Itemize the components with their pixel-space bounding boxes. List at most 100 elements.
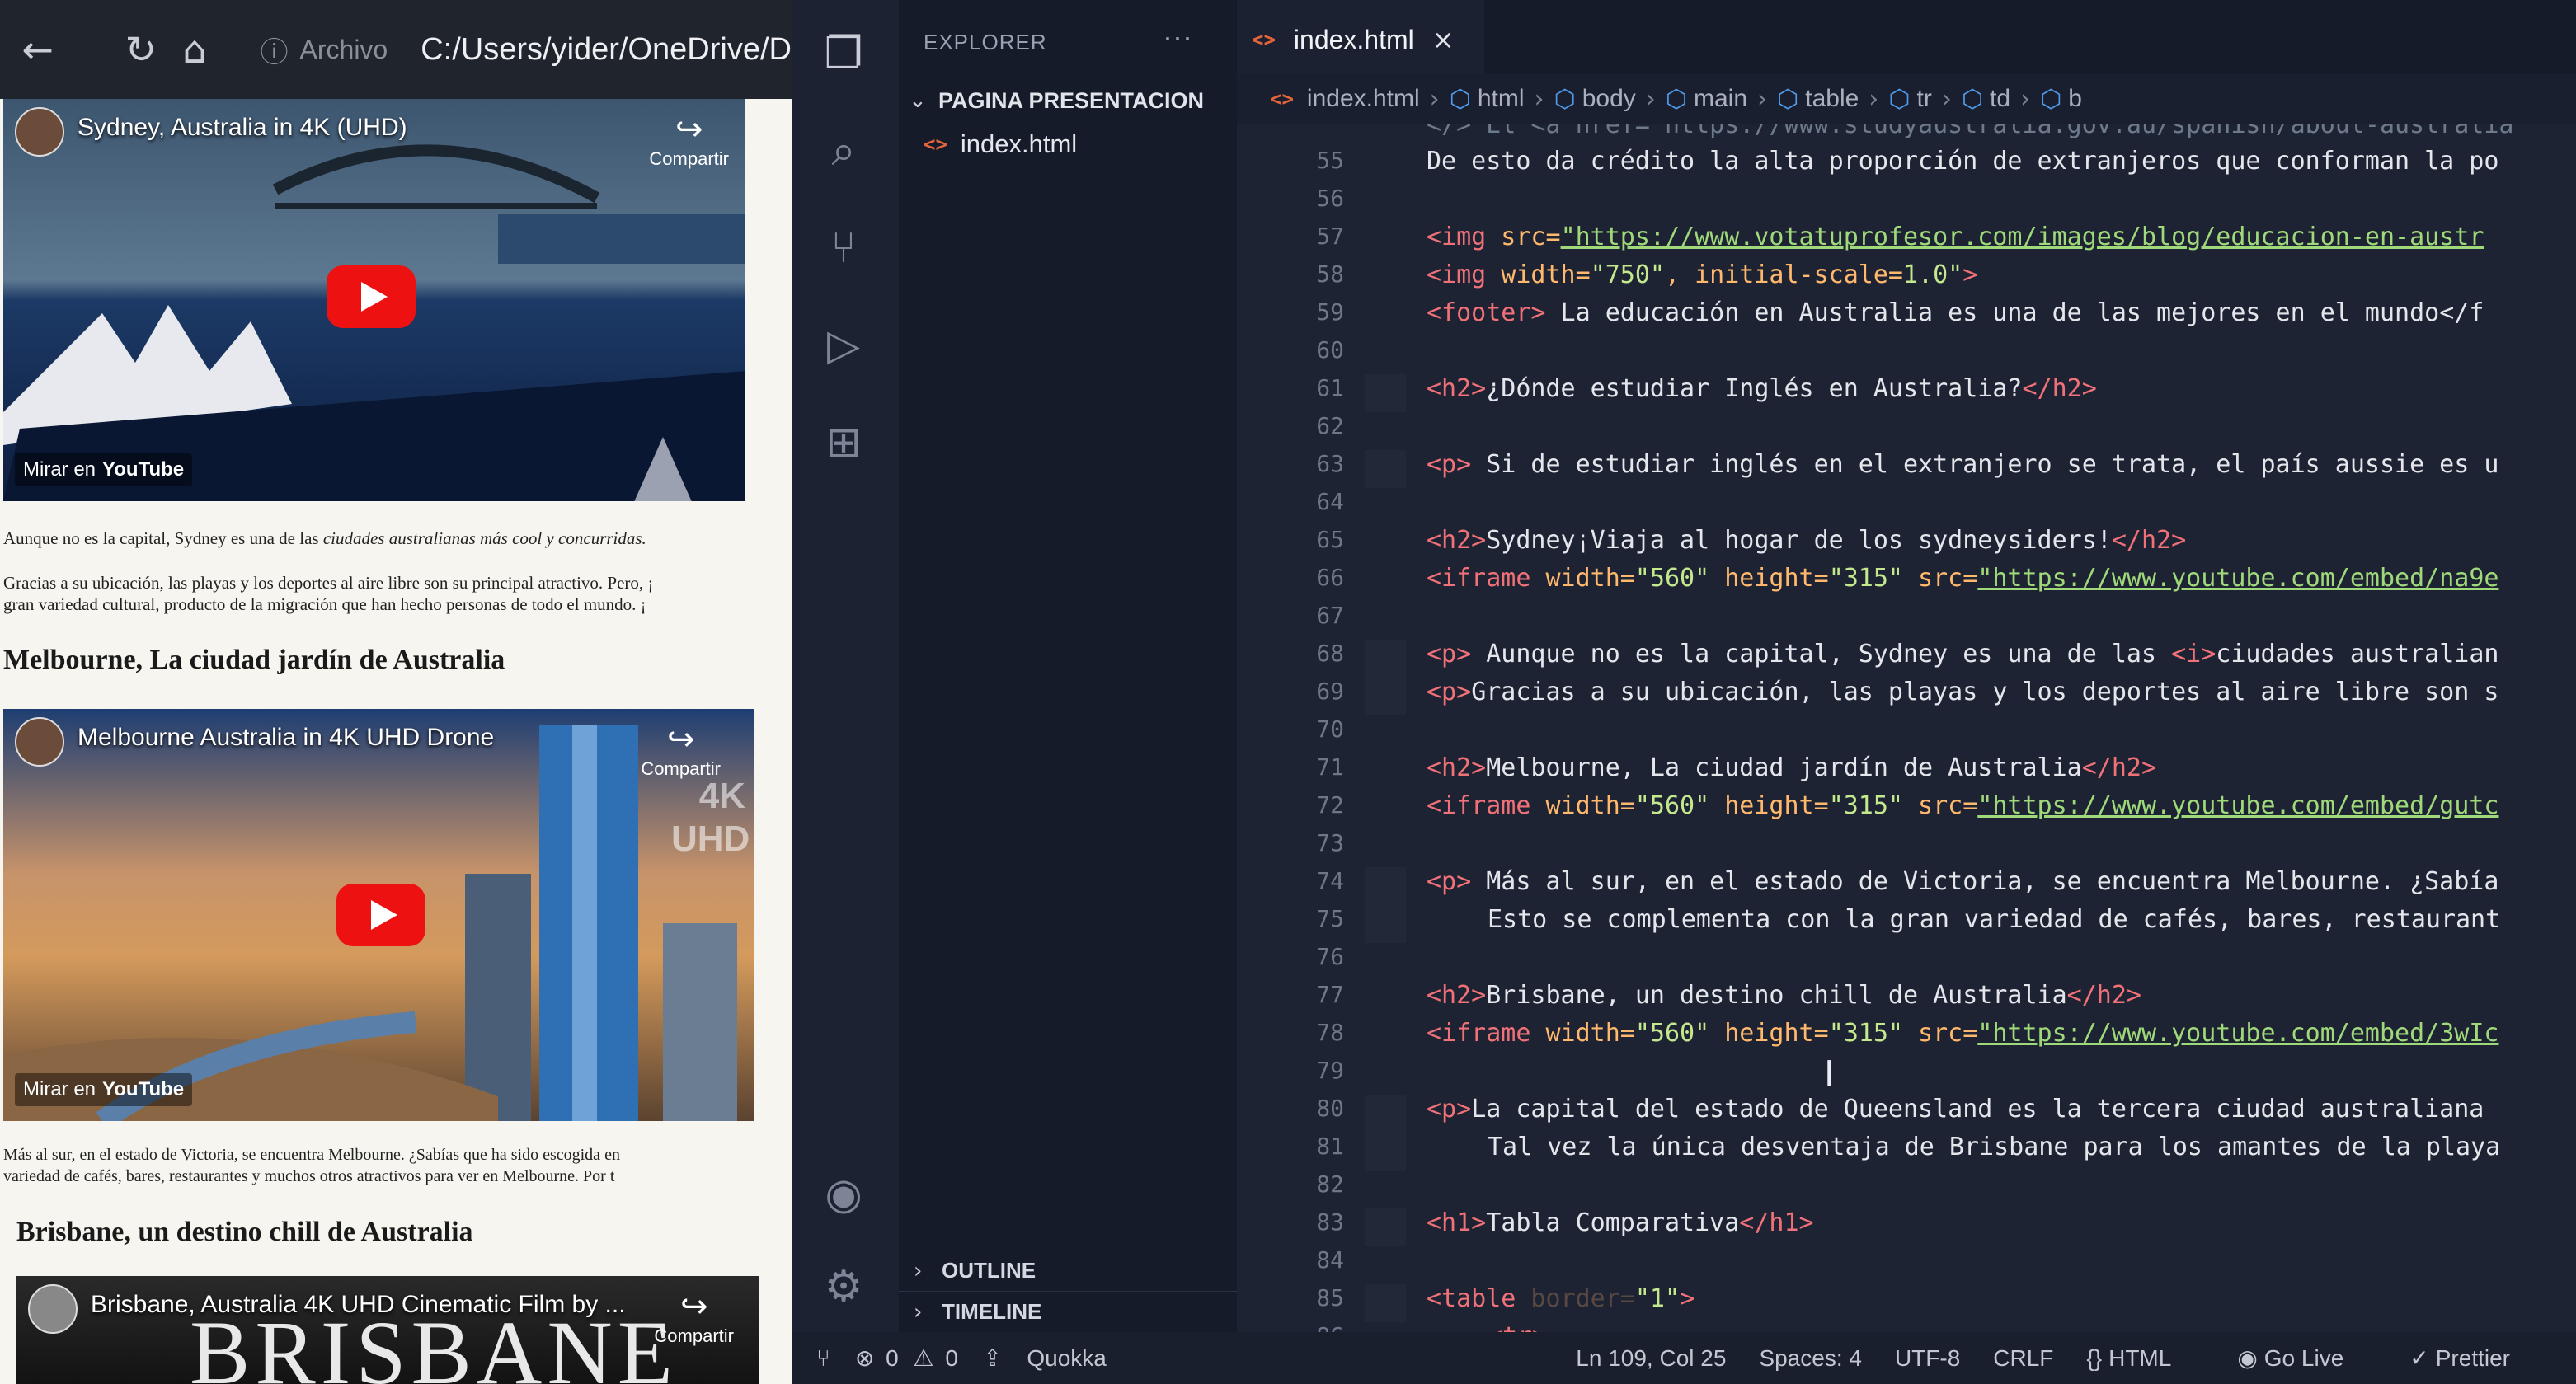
- live-share-icon[interactable]: ⇪: [983, 1344, 1002, 1372]
- code-tag: <h1>: [1427, 1208, 1487, 1237]
- watch-on-youtube-link[interactable]: Mirar en YouTube: [15, 453, 193, 486]
- line-number: 58: [1316, 260, 1344, 288]
- play-button[interactable]: [327, 265, 416, 328]
- breadcrumb-td[interactable]: ⬡ td ›: [1962, 85, 2040, 114]
- code-tag: </h2>: [2081, 753, 2157, 782]
- breadcrumb-table[interactable]: ⬡ table ›: [1777, 85, 1888, 114]
- file-item-index-html[interactable]: <> index.html: [899, 124, 1237, 165]
- code-text: Esto se complementa con la gran variedad…: [1488, 905, 2501, 934]
- element-cube-icon: ⬡: [1665, 84, 1687, 114]
- timeline-section[interactable]: › TIMELINE: [899, 1291, 1237, 1332]
- account-icon[interactable]: ◉: [816, 1167, 871, 1222]
- code-attr: src=: [1903, 564, 1978, 593]
- back-arrow-icon[interactable]: ←: [16, 25, 59, 74]
- line-number: 59: [1316, 298, 1344, 326]
- line-ending[interactable]: CRLF: [1993, 1345, 2053, 1372]
- reload-icon[interactable]: ↻: [120, 25, 162, 74]
- code-string: "315": [1828, 1019, 1903, 1048]
- code-tag: <p>: [1427, 867, 1472, 896]
- folder-row[interactable]: ⌄ PAGINA PRESENTACION: [899, 81, 1237, 120]
- more-actions-icon[interactable]: ···: [1163, 20, 1192, 54]
- source-control-icon[interactable]: ⑂: [816, 221, 871, 275]
- sydney-paragraph-2b: gran variedad cultural, producto de la m…: [3, 594, 646, 614]
- share-button[interactable]: ↪ Compartir: [649, 110, 729, 170]
- warning-icon: ⚠: [913, 1345, 934, 1371]
- web-page: Sydney, Australia in 4K (UHD) ↪ Comparti…: [0, 99, 792, 1384]
- code-text: Melbourne, La ciudad jardín de Australia: [1486, 753, 2082, 782]
- tab-index-html[interactable]: <> index.html ×: [1237, 0, 1484, 79]
- quokka-button[interactable]: Quokka: [1027, 1345, 1107, 1372]
- melbourne-video-embed[interactable]: Melbourne Australia in 4K UHD Drone ↪ Co…: [3, 709, 754, 1121]
- home-icon[interactable]: ⌂: [173, 25, 215, 74]
- run-debug-icon[interactable]: ▷: [816, 318, 871, 373]
- prettier-button[interactable]: ✓ Prettier: [2409, 1344, 2543, 1372]
- breadcrumb-tr[interactable]: ⬡ tr ›: [1888, 85, 1962, 114]
- paragraph-text: Aunque no es la capital, Sydney es una d…: [3, 528, 323, 548]
- remote-icon[interactable]: ⑂: [816, 1345, 830, 1372]
- language-mode[interactable]: {} HTML: [2086, 1345, 2204, 1372]
- line-number: 63: [1316, 450, 1344, 477]
- search-icon[interactable]: ⌕: [816, 124, 871, 178]
- chevron-down-icon: ⌄: [909, 88, 927, 113]
- code-line-64: 64: [1237, 488, 2576, 526]
- channel-avatar[interactable]: [28, 1284, 78, 1334]
- code-tag: <h2>: [1427, 981, 1487, 1010]
- line-number: 80: [1316, 1095, 1344, 1122]
- code-editor[interactable]: </> El <a href="https://www.studyaustral…: [1237, 124, 2576, 1352]
- code-url-link[interactable]: "https://www.youtube.com/embed/na9e: [1977, 564, 2498, 593]
- line-number: 74: [1316, 867, 1344, 894]
- code-url-link[interactable]: "https://www.youtube.com/embed/3wIc: [1977, 1019, 2498, 1048]
- code-line-77: 77 <h2>Brisbane, un destino chill de Aust…: [1237, 981, 2576, 1019]
- code-tag: </h1>: [1739, 1208, 1814, 1237]
- code-url-link[interactable]: "https://www.votatuprofesor.com/images/b…: [1561, 223, 2484, 251]
- video-title[interactable]: Melbourne Australia in 4K UHD Drone: [78, 724, 494, 752]
- timeline-label: TIMELINE: [942, 1299, 1042, 1324]
- indent-guide: [1365, 867, 1406, 905]
- breadcrumb-main[interactable]: ⬡ main ›: [1666, 85, 1777, 114]
- chevron-right-icon: ›: [1869, 84, 1879, 114]
- breadcrumb-body[interactable]: ⬡ body ›: [1554, 85, 1666, 114]
- info-icon[interactable]: ⓘ: [261, 30, 289, 70]
- code-line-61: 61 <h2>¿Dónde estudiar Inglés en Australi…: [1237, 374, 2576, 412]
- video-title[interactable]: Brisbane, Australia 4K UHD Cinematic Fil…: [91, 1291, 626, 1319]
- extensions-icon[interactable]: ⊞: [816, 415, 871, 470]
- sydney-video-embed[interactable]: Sydney, Australia in 4K (UHD) ↪ Comparti…: [3, 99, 745, 501]
- code-string: "315": [1828, 791, 1903, 820]
- breadcrumb-file[interactable]: <> index.html ›: [1270, 85, 1450, 114]
- explorer-files-icon[interactable]: ❐: [816, 26, 871, 81]
- brisbane-video-embed[interactable]: BRISBANE Brisbane, Australia 4K UHD Cine…: [16, 1276, 759, 1384]
- melbourne-heading: Melbourne, La ciudad jardín de Australia: [3, 645, 505, 675]
- share-button[interactable]: ↪ Compartir: [641, 720, 721, 780]
- outline-label: OUTLINE: [942, 1258, 1037, 1283]
- share-icon: ↪: [675, 110, 703, 148]
- indentation[interactable]: Spaces: 4: [1759, 1345, 1862, 1372]
- share-button[interactable]: ↪ Compartir: [654, 1288, 734, 1347]
- line-number: 66: [1316, 564, 1344, 591]
- breadcrumb-html[interactable]: ⬡ html ›: [1450, 85, 1554, 114]
- code-line-66: 66 <iframe width="560" height="315" src="…: [1237, 564, 2576, 602]
- watch-on-youtube-link[interactable]: Mirar en YouTube: [15, 1073, 193, 1106]
- cursor-position[interactable]: Ln 109, Col 25: [1576, 1345, 1726, 1372]
- code-line-55: 55 De esto da crédito la alta proporción …: [1237, 147, 2576, 185]
- problems-indicator[interactable]: ⊗ 0 ⚠ 0: [855, 1344, 958, 1372]
- youtube-logo: YouTube: [102, 1078, 185, 1100]
- breadcrumb-b[interactable]: ⬡ b: [2040, 85, 2082, 114]
- code-url-link[interactable]: "https://www.youtube.com/embed/gutc: [1977, 791, 2498, 820]
- encoding[interactable]: UTF-8: [1895, 1345, 1960, 1372]
- address-bar[interactable]: C:/Users/yider/OneDrive/D: [421, 32, 792, 68]
- code-text: Sydney¡Viaja al hogar de los sydneysider…: [1486, 526, 2112, 555]
- line-number: 57: [1316, 223, 1344, 250]
- file-name: index.html: [960, 129, 1078, 158]
- code-line-63: 63 <p> Si de estudiar inglés en el extran…: [1237, 450, 2576, 488]
- code-line-65: 65 <h2>Sydney¡Viaja al hogar de los sydne…: [1237, 526, 2576, 564]
- close-icon[interactable]: ×: [1432, 24, 1455, 55]
- video-title[interactable]: Sydney, Australia in 4K (UHD): [78, 114, 407, 142]
- channel-avatar[interactable]: [15, 107, 64, 157]
- play-button[interactable]: [336, 884, 425, 946]
- line-number: 69: [1316, 678, 1344, 705]
- channel-avatar[interactable]: [15, 717, 64, 767]
- go-live-button[interactable]: ◉ Go Live: [2237, 1344, 2376, 1372]
- outline-section[interactable]: › OUTLINE: [899, 1250, 1237, 1291]
- line-number: 72: [1316, 791, 1344, 819]
- settings-gear-icon[interactable]: ⚙: [816, 1260, 871, 1314]
